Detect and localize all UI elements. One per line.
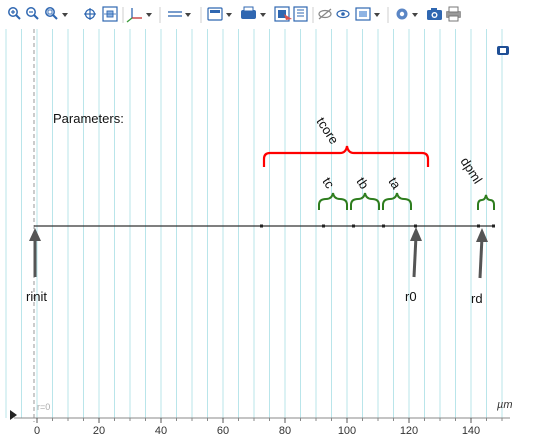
view-icon[interactable] [336,9,350,19]
zoom-selected-icon[interactable] [102,6,118,22]
graphics-canvas[interactable]: Parameters: tcore tc tb ta dpml rinit r0… [0,29,516,442]
point-tcore-start[interactable] [260,224,263,228]
point-r0[interactable] [414,224,417,228]
x-tick-label: 0 [34,425,40,437]
camera-icon[interactable] [427,8,442,20]
printer-icon[interactable] [446,6,461,22]
point-rd[interactable] [477,224,480,228]
x-tick-label: 40 [155,425,167,437]
print-plot-icon[interactable] [241,6,266,19]
zoom-dropdown-icon[interactable] [62,13,68,17]
settings-icon[interactable] [396,8,419,20]
x-tick-label: 80 [279,425,291,437]
point-ta-end[interactable] [382,224,385,228]
x-tick-label: 20 [93,425,105,437]
zoom-extents-icon[interactable] [82,6,98,22]
comsol-graphics-window: Parameters: tcore tc tb ta dpml rinit r0… [0,0,535,442]
zoom-out-icon[interactable] [25,6,41,22]
hide-icon[interactable] [293,6,308,22]
hide-entities-icon[interactable] [318,8,332,20]
point-tb-end[interactable] [352,224,355,228]
r-zero-label: r=0 [37,402,50,412]
graphics-window-toggle-icon[interactable] [497,46,509,55]
selection-icon[interactable] [355,7,380,21]
parameters-label: Parameters: [53,111,124,126]
x-tick-label: 60 [217,425,229,437]
r0-label: r0 [405,289,417,304]
axis-icon[interactable] [126,8,152,23]
rinit-label: rinit [26,289,47,304]
x-tick-label: 100 [338,425,356,437]
point-end[interactable] [492,224,495,228]
graphics-toolbar [0,0,516,30]
unit-label: µm [497,399,513,411]
export-image-icon[interactable] [274,6,292,22]
zoom-box-icon[interactable] [43,6,59,22]
x-tick-label: 140 [462,425,480,437]
zoom-in-icon[interactable] [7,6,23,22]
rd-label: rd [471,291,483,306]
plot-group-icon[interactable] [207,7,232,21]
point-tc-end[interactable] [322,224,325,228]
line-style-icon[interactable] [168,11,191,17]
plot-background [0,29,516,442]
x-tick-label: 120 [400,425,418,437]
